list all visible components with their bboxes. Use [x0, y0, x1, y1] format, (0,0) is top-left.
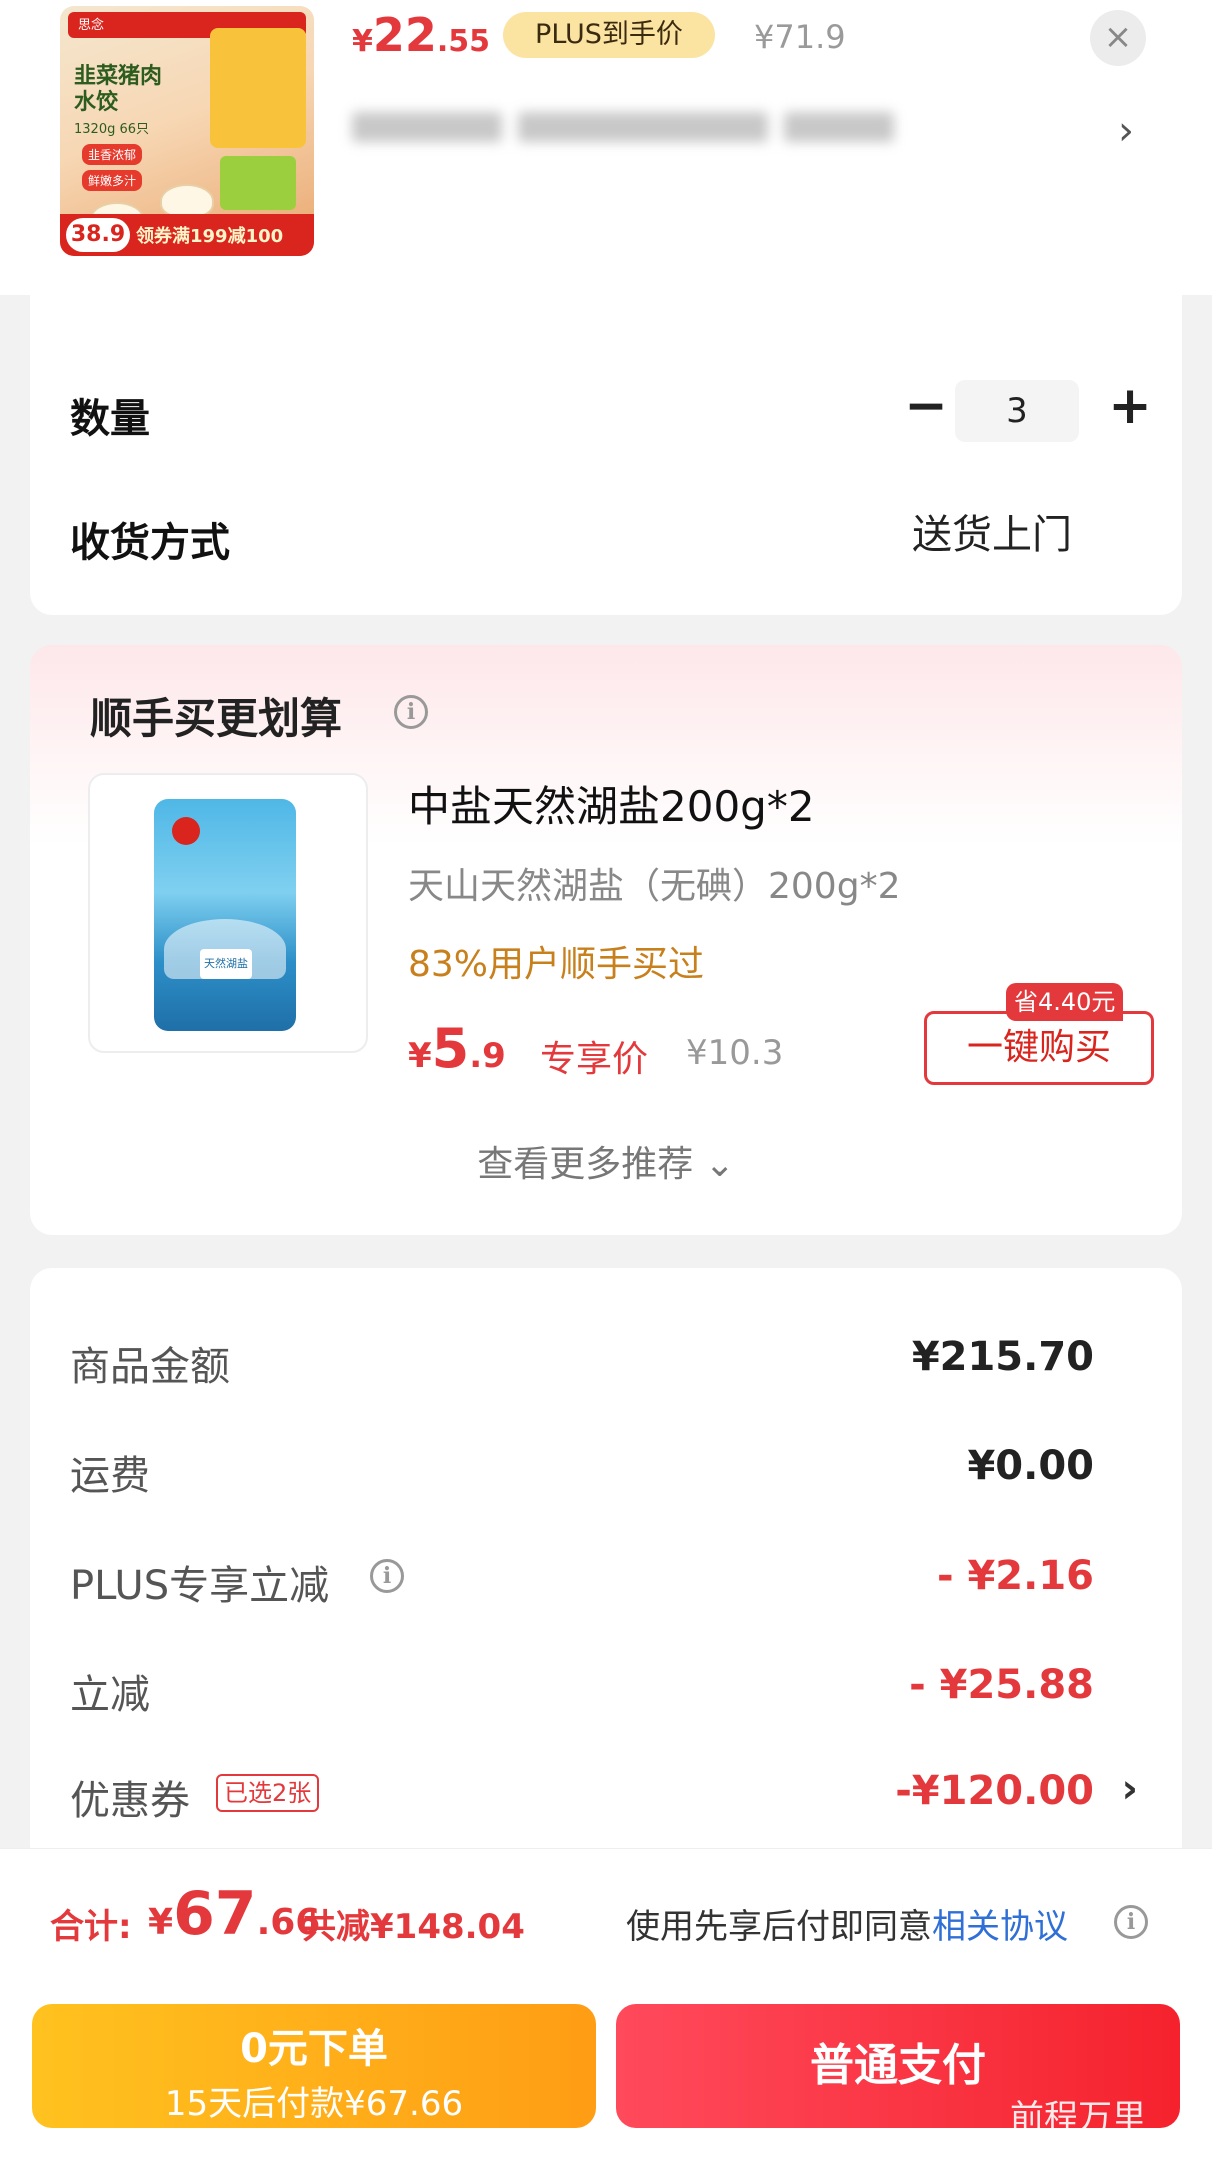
- info-icon[interactable]: i: [394, 695, 428, 729]
- product-image[interactable]: 思念 韭菜猪肉水饺 1320g 66只 韭香浓郁 鲜嫩多汁 38.9 领券满19…: [60, 6, 314, 256]
- summary-value: ¥0.00: [967, 1443, 1094, 1489]
- price-decimal: .55: [436, 24, 491, 59]
- delivery-label: 收货方式: [70, 520, 230, 566]
- recommended-product-image[interactable]: 天然湖盐: [88, 773, 368, 1053]
- summary-value: ¥215.70: [911, 1334, 1094, 1380]
- coupon-selected-badge: 已选2张: [216, 1774, 320, 1812]
- summary-row-instant-discount: 立减 - ¥25.88: [30, 1652, 1182, 1722]
- price-currency: ¥: [148, 1902, 174, 1943]
- order-options-card: 数量 − 3 + 收货方式 送货上门: [30, 280, 1182, 615]
- info-icon[interactable]: i: [1114, 1905, 1148, 1939]
- agreement-text: 使用先享后付即同意相关协议: [626, 1899, 1068, 1948]
- brand-logo-icon: [172, 817, 200, 845]
- plus-price-badge: PLUS到手价: [503, 12, 715, 58]
- delivery-method[interactable]: 送货上门: [912, 502, 1072, 560]
- recommended-price: ¥5.9: [408, 1017, 506, 1080]
- bought-together-note: 83%用户顺手买过: [408, 944, 705, 985]
- product-header: 思念 韭菜猪肉水饺 1320g 66只 韭香浓郁 鲜嫩多汁 38.9 领券满19…: [0, 0, 1212, 304]
- brand-text: 思念: [78, 18, 105, 33]
- price-integer: 67: [173, 1879, 257, 1949]
- summary-label: 优惠券: [70, 1778, 190, 1824]
- salt-bag-illustration: 天然湖盐: [154, 799, 296, 1031]
- price-summary-card: 商品金额 ¥215.70 运费 ¥0.00 PLUS专享立减 i - ¥2.16…: [30, 1268, 1182, 1868]
- recommended-original-price: ¥10.3: [686, 1033, 784, 1073]
- agreement-link[interactable]: 相关协议: [932, 1907, 1068, 1947]
- dumpling-shape: [160, 184, 214, 218]
- quantity-plus-button[interactable]: +: [1100, 376, 1160, 436]
- recommended-product-name[interactable]: 中盐天然湖盐200g*2: [408, 773, 815, 834]
- quantity-minus-button[interactable]: −: [896, 378, 956, 438]
- recommendation-title: 顺手买更划算: [90, 694, 343, 743]
- price-decimal: .9: [469, 1036, 506, 1076]
- pay-later-button[interactable]: 0元下单 15天后付款¥67.66: [32, 2004, 596, 2128]
- summary-row-subtotal: 商品金额 ¥215.70: [30, 1324, 1182, 1394]
- exclusive-price-label: 专享价: [540, 1039, 649, 1080]
- summary-row-coupon[interactable]: 优惠券 已选2张 -¥120.00 ›: [30, 1758, 1182, 1828]
- quantity-label: 数量: [70, 396, 150, 442]
- chevron-right-icon[interactable]: ›: [1118, 108, 1134, 154]
- recommended-product-subtitle: 天山天然湖盐（无碘）200g*2: [408, 866, 901, 907]
- summary-label: PLUS专享立减: [70, 1563, 330, 1609]
- close-icon: ×: [1103, 17, 1133, 57]
- price-integer: 22: [372, 8, 437, 62]
- one-click-buy-button[interactable]: 一键购买: [924, 1011, 1154, 1085]
- pay-later-subtitle: 15天后付款¥67.66: [164, 2084, 464, 2124]
- quantity-input[interactable]: 3: [955, 380, 1079, 442]
- agreement-prefix: 使用先享后付即同意: [626, 1907, 932, 1947]
- savings-badge: 省4.40元: [1006, 983, 1124, 1021]
- gift-box: [210, 28, 306, 148]
- plus-price: ¥22.55: [352, 8, 490, 62]
- total-label: 合计:: [50, 1907, 132, 1947]
- dish-spec: 1320g 66只: [74, 122, 150, 137]
- recommendation-card: 顺手买更划算 i 天然湖盐 中盐天然湖盐200g*2 天山天然湖盐（无碘）200…: [30, 645, 1182, 1235]
- summary-value: -¥120.00: [895, 1768, 1094, 1814]
- image-coupon-text: 领券满199减100: [136, 226, 284, 247]
- pay-later-title: 0元下单: [240, 2026, 388, 2072]
- watermark-text: 前程万里: [1010, 2098, 1146, 2138]
- more-recommendations-link[interactable]: 查看更多推荐 ⌄: [30, 1135, 1182, 1187]
- selected-spec-blurred[interactable]: [352, 112, 912, 156]
- info-icon[interactable]: i: [370, 1559, 404, 1593]
- total-savings: 共减¥148.04: [302, 1907, 525, 1947]
- summary-row-shipping: 运费 ¥0.00: [30, 1433, 1182, 1503]
- original-price: ¥71.9: [754, 18, 846, 56]
- price-currency: ¥: [408, 1036, 432, 1076]
- chevron-right-icon[interactable]: ›: [1122, 1766, 1138, 1812]
- image-price-badge: 38.9: [66, 218, 130, 252]
- summary-label: 运费: [70, 1453, 150, 1499]
- image-tag: 韭香浓郁: [82, 144, 143, 165]
- dish-title: 韭菜猪肉水饺: [74, 64, 163, 115]
- summary-row-plus-discount: PLUS专享立减 i - ¥2.16: [30, 1543, 1182, 1613]
- summary-label: 商品金额: [70, 1344, 230, 1390]
- summary-value: - ¥2.16: [936, 1553, 1094, 1599]
- close-button[interactable]: ×: [1090, 10, 1146, 66]
- price-currency: ¥: [352, 24, 373, 59]
- summary-value: - ¥25.88: [909, 1662, 1094, 1708]
- side-pack: [220, 156, 296, 210]
- price-integer: 5: [431, 1017, 470, 1080]
- bag-label: 天然湖盐: [200, 949, 252, 979]
- summary-label: 立减: [70, 1672, 150, 1718]
- image-tag: 鲜嫩多汁: [82, 170, 143, 191]
- total-price: ¥67.66: [148, 1879, 320, 1949]
